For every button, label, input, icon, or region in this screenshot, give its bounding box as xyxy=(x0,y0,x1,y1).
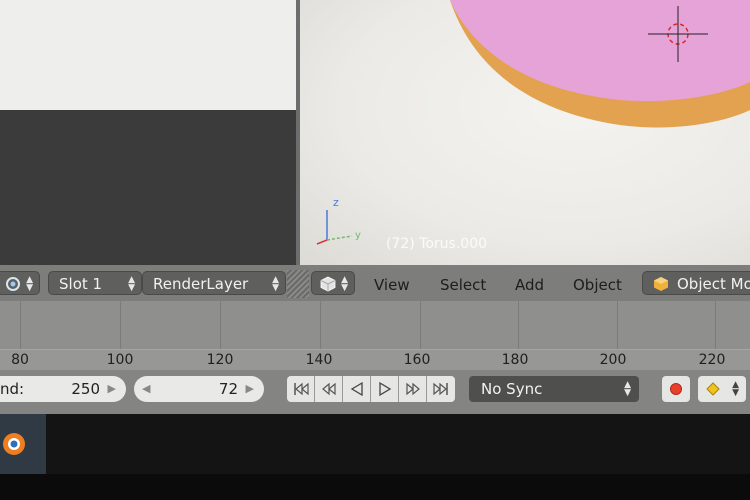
updown-arrows-icon: ▲ ▼ xyxy=(341,275,348,293)
end-frame-field[interactable]: nd: 250 ▶ xyxy=(0,376,126,402)
timeline-area[interactable] xyxy=(0,301,750,349)
play-reverse-icon xyxy=(350,381,363,397)
auto-keying-record-button[interactable] xyxy=(662,376,690,402)
current-frame-field[interactable]: ◀ 72 ▶ xyxy=(134,376,264,402)
grid-line xyxy=(715,301,716,349)
end-frame-value: 250 xyxy=(71,380,100,398)
updown-arrows-icon: ▲ ▼ xyxy=(624,380,631,398)
menu-select[interactable]: Select xyxy=(440,276,486,294)
grid-line xyxy=(220,301,221,349)
play-button[interactable] xyxy=(371,376,399,402)
frame-tick: 140 xyxy=(305,352,333,368)
frame-tick: 180 xyxy=(501,352,529,368)
decrement-arrow-icon[interactable]: ◀ xyxy=(142,376,150,402)
render-layer-selector[interactable]: RenderLayer ▲ ▼ xyxy=(142,271,286,295)
record-icon xyxy=(670,383,682,395)
grid-line xyxy=(120,301,121,349)
grid-line xyxy=(20,301,21,349)
play-reverse-button[interactable] xyxy=(343,376,371,402)
grid-line xyxy=(617,301,618,349)
image-editor-empty-area[interactable] xyxy=(0,110,297,265)
render-display-button[interactable]: ▲ ▼ xyxy=(0,271,40,295)
axis-gizmo-icon: z y xyxy=(316,196,361,245)
header-bar: ▲ ▼ Slot 1 ▲ ▼ RenderLayer ▲ ▼ ▲ ▼ View Sele… xyxy=(0,265,750,301)
mode-label: Object Mo xyxy=(677,275,750,293)
frame-tick: 120 xyxy=(206,352,234,368)
donut-frosting xyxy=(450,0,750,102)
image-editor-canvas[interactable] xyxy=(0,0,297,110)
slot-selector[interactable]: Slot 1 ▲ ▼ xyxy=(48,271,142,295)
frame-tick: 200 xyxy=(599,352,627,368)
3d-viewport[interactable]: z y (72) Torus.000 xyxy=(300,0,750,267)
axis-z-label: z xyxy=(333,196,339,209)
increment-arrow-icon[interactable]: ▶ xyxy=(246,376,254,402)
updown-arrows-icon: ▲ ▼ xyxy=(272,275,279,293)
monitor-bezel xyxy=(0,474,750,500)
next-keyframe-icon xyxy=(405,382,420,396)
viewport-object-label: (72) Torus.000 xyxy=(386,236,488,252)
previous-keyframe-icon xyxy=(321,382,336,396)
playback-bar: nd: 250 ▶ ◀ 72 ▶ No Sync ▲ ▼ ▲ ▼ xyxy=(0,370,750,414)
jump-to-end-button[interactable] xyxy=(427,376,455,402)
jump-end-icon xyxy=(433,382,448,396)
keying-set-button[interactable]: ▲ ▼ xyxy=(698,376,746,402)
menu-object[interactable]: Object xyxy=(573,276,622,294)
jump-start-icon xyxy=(293,382,309,396)
axis-y-label: y xyxy=(355,230,361,241)
current-frame-value: 72 xyxy=(218,380,238,398)
frame-ruler[interactable]: 80 100 120 140 160 180 200 220 xyxy=(0,349,750,370)
grid-line xyxy=(420,301,421,349)
frame-tick: 160 xyxy=(403,352,431,368)
grid-line xyxy=(320,301,321,349)
render-icon xyxy=(6,277,20,291)
object-mode-icon xyxy=(654,277,668,291)
torus-object[interactable]: z y xyxy=(300,0,750,267)
jump-to-keyframe-back-button[interactable] xyxy=(315,376,343,402)
increment-arrow-icon[interactable]: ▶ xyxy=(108,376,116,402)
cube-icon xyxy=(320,276,336,292)
updown-arrows-icon: ▲ ▼ xyxy=(128,275,135,293)
playback-controls xyxy=(287,376,455,402)
keyframe-icon xyxy=(706,382,720,396)
sync-mode-label: No Sync xyxy=(481,380,543,398)
frame-tick: 80 xyxy=(11,352,29,368)
jump-to-keyframe-forward-button[interactable] xyxy=(399,376,427,402)
taskbar-blender-app[interactable] xyxy=(0,414,46,474)
end-frame-label: nd: xyxy=(0,380,25,398)
updown-arrows-icon: ▲ ▼ xyxy=(732,380,739,398)
frame-tick: 100 xyxy=(106,352,134,368)
grid-line xyxy=(518,301,519,349)
play-icon xyxy=(378,381,391,397)
menu-add[interactable]: Add xyxy=(515,276,544,294)
updown-arrows-icon: ▲ ▼ xyxy=(26,275,33,293)
mode-selector[interactable]: Object Mo xyxy=(642,271,750,295)
blender-logo-icon xyxy=(3,433,25,455)
menu-view[interactable]: View xyxy=(374,276,410,294)
jump-to-start-button[interactable] xyxy=(287,376,315,402)
os-taskbar xyxy=(0,414,750,474)
area-resize-handle[interactable] xyxy=(287,270,309,298)
sync-mode-dropdown[interactable]: No Sync ▲ ▼ xyxy=(469,376,639,402)
slot-label: Slot 1 xyxy=(59,275,103,293)
frame-tick: 220 xyxy=(698,352,726,368)
render-layer-label: RenderLayer xyxy=(153,275,249,293)
editor-type-button[interactable]: ▲ ▼ xyxy=(311,271,355,295)
